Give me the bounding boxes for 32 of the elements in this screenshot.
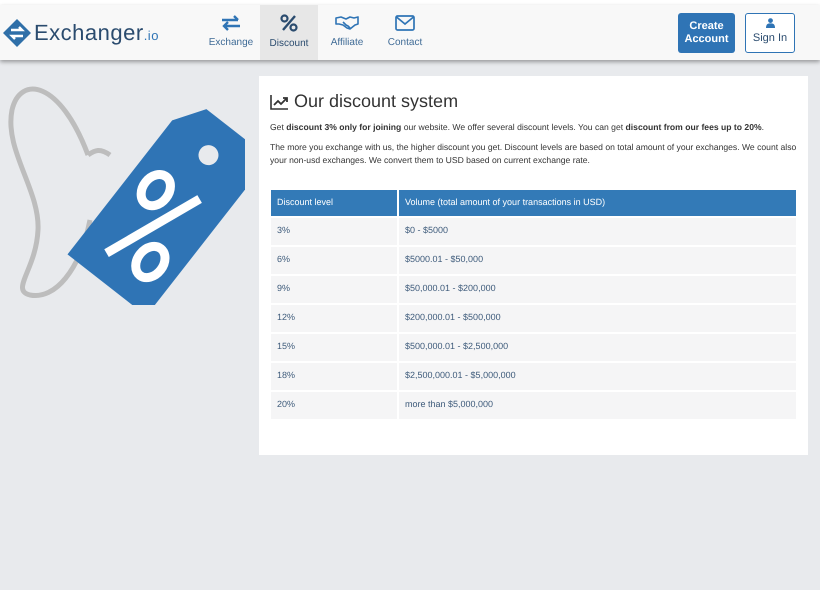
- percent-icon: [280, 14, 298, 32]
- nav-tab[interactable]: Affiliate: [318, 5, 376, 60]
- table-cell: more than $5,000,000: [399, 392, 796, 418]
- handshake-icon: [335, 15, 359, 31]
- table-cell: 9%: [271, 276, 397, 302]
- user-icon: [766, 18, 774, 28]
- table-cell: $200,000.01 - $500,000: [399, 304, 796, 332]
- nav-tab[interactable]: Discount: [260, 5, 318, 60]
- table-cell: 20%: [271, 392, 397, 418]
- table-cell: 15%: [271, 334, 397, 360]
- sign-in-button[interactable]: Sign In: [745, 12, 795, 52]
- logo-text: Exchanger.io: [34, 19, 159, 47]
- table-cell: $500,000.01 - $2,500,000: [399, 334, 796, 360]
- description-paragraph: The more you exchange with us, the higher discount you get. Discount levels are based on total amount of your exchanges. We count also your non-usd exchanges. We convert them to USD based on current exchange rate.: [270, 140, 797, 167]
- table-cell: $5000.01 - $50,000: [399, 246, 796, 274]
- mail-icon: [395, 15, 415, 31]
- column-header: Volume (total amount of your transactions in USD): [399, 190, 796, 216]
- table-cell: 18%: [271, 362, 397, 390]
- line-chart-icon: [270, 94, 289, 110]
- nav-tab[interactable]: Exchange: [202, 5, 260, 60]
- swap-arrows-icon: [221, 15, 241, 31]
- create-account-button[interactable]: Create Account: [678, 12, 735, 52]
- nav-tab[interactable]: Contact: [376, 5, 434, 60]
- table-cell: $50,000.01 - $200,000: [399, 276, 796, 302]
- table-cell: 3%: [271, 218, 397, 244]
- table-cell: 6%: [271, 246, 397, 274]
- table-cell: 12%: [271, 304, 397, 332]
- description-paragraph: Get discount 3% only for joining our website. We offer several discount levels. You can get discount from our fees up to 20%.: [270, 121, 766, 134]
- table-cell: $0 - $5000: [399, 218, 796, 244]
- table-cell: $2,500,000.01 - $5,000,000: [399, 362, 796, 390]
- column-header: Discount level: [271, 190, 397, 216]
- page-title: Our discount system: [294, 90, 458, 113]
